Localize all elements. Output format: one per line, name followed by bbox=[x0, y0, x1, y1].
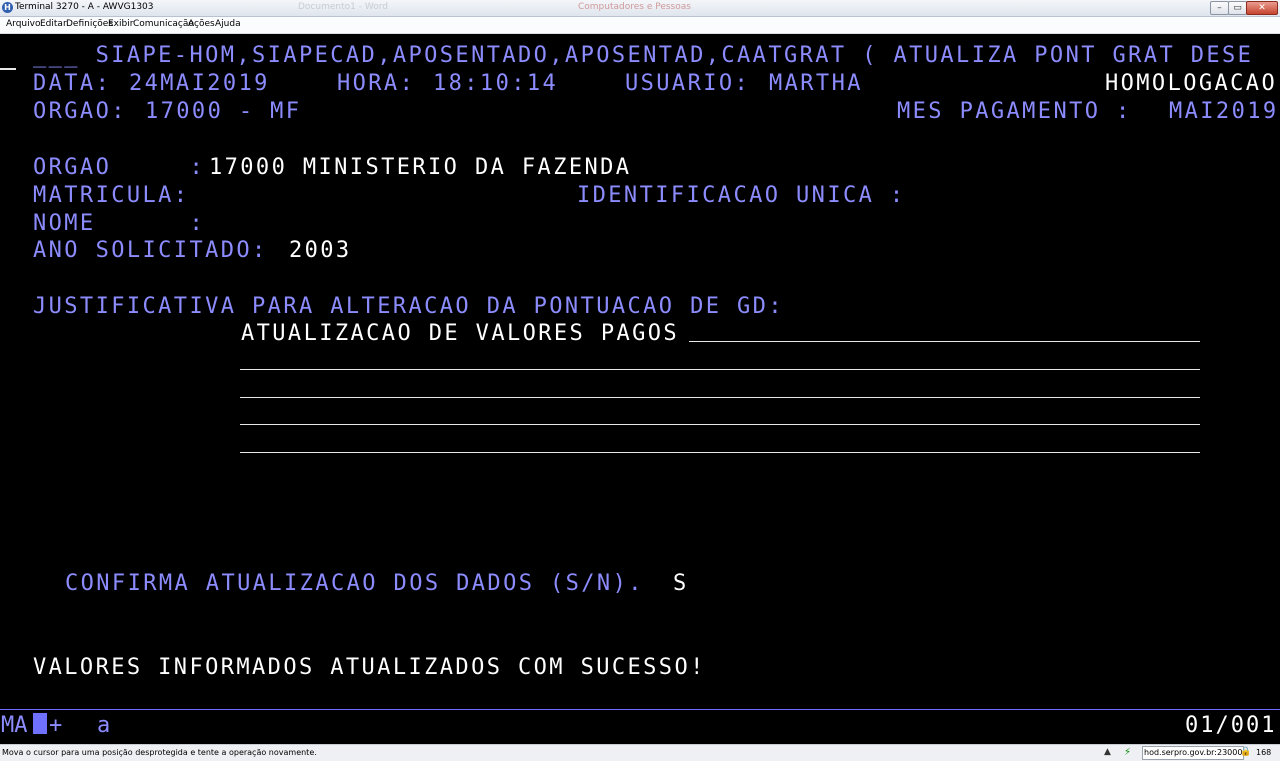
usuario-label: USUARIO: bbox=[625, 71, 751, 96]
data-value: 24MAI2019 bbox=[129, 71, 270, 96]
data-label: DATA: bbox=[33, 71, 112, 96]
ano-field[interactable]: 2003 bbox=[289, 239, 352, 263]
oia-divider bbox=[0, 709, 1280, 710]
justificativa-underline bbox=[240, 424, 1200, 425]
ano-label: ANO SOLICITADO: bbox=[33, 238, 268, 263]
maximize-icon[interactable]: ▭ bbox=[1228, 1, 1247, 15]
identificacao-label: IDENTIFICACAO UNICA : bbox=[577, 183, 906, 208]
hora-label: HORA: bbox=[337, 71, 416, 96]
screen-header: ___ SIAPE-HOM,SIAPECAD,APOSENTADO,APOSEN… bbox=[33, 43, 1254, 68]
mes-pagamento-value: MAI2019 bbox=[1169, 99, 1279, 124]
justificativa-underline bbox=[240, 452, 1200, 453]
oia-mode: MA bbox=[1, 713, 28, 738]
menu-acoes[interactable]: Ações bbox=[188, 19, 215, 29]
status-bar: Mova o cursor para uma posição desproteg… bbox=[0, 744, 1280, 761]
confirma-label: CONFIRMA ATUALIZACAO DOS DADOS (S/N). bbox=[65, 571, 644, 596]
scroll-up-icon[interactable]: ▲ bbox=[1104, 747, 1111, 757]
menu-exibir[interactable]: Exibir bbox=[108, 19, 133, 29]
text-cursor bbox=[0, 68, 16, 70]
environment-label: HOMOLOGACAO bbox=[1105, 71, 1278, 96]
confirma-field[interactable]: S bbox=[673, 572, 689, 596]
justificativa-line-1[interactable]: ATUALIZACAO DE VALORES PAGOS bbox=[241, 322, 679, 346]
menu-comunicacao[interactable]: Comunicação bbox=[133, 19, 194, 29]
orgao-header-value: 17000 - MF bbox=[145, 99, 302, 124]
menu-bar: Arquivo Editar Definições Exibir Comunic… bbox=[0, 17, 1280, 34]
orgao-value: 17000 MINISTERIO DA FAZENDA bbox=[209, 155, 632, 180]
menu-editar[interactable]: Editar bbox=[40, 19, 67, 29]
matricula-label: MATRICULA: bbox=[33, 183, 190, 208]
nome-label: NOME : bbox=[33, 211, 206, 236]
window-title: Terminal 3270 - A - AWVG1303 bbox=[15, 2, 154, 12]
minimize-icon[interactable]: – bbox=[1210, 1, 1229, 15]
lock-icon: 🔒 bbox=[1240, 747, 1252, 757]
usuario-value: MARTHA bbox=[769, 71, 863, 96]
window-title-bar: H Terminal 3270 - A - AWVG1303 Documento… bbox=[0, 0, 1280, 17]
justificativa-label: JUSTIFICATIVA PARA ALTERACAO DA PONTUACA… bbox=[33, 294, 784, 319]
justificativa-underline bbox=[689, 341, 1200, 342]
justificativa-underline bbox=[240, 397, 1200, 398]
status-message: VALORES INFORMADOS ATUALIZADOS COM SUCES… bbox=[33, 655, 706, 680]
oia-plus: + bbox=[49, 713, 63, 738]
orgao-header-label: ORGAO: bbox=[33, 99, 127, 124]
mes-pagamento-label: MES PAGAMENTO : bbox=[897, 99, 1132, 124]
connection-icon: ⚡ bbox=[1124, 747, 1132, 758]
status-number: 168 bbox=[1256, 748, 1272, 757]
menu-ajuda[interactable]: Ajuda bbox=[215, 19, 241, 29]
oia-cursor-block bbox=[33, 713, 47, 734]
menu-arquivo[interactable]: Arquivo bbox=[6, 19, 40, 29]
app-icon: H bbox=[2, 2, 13, 13]
hora-value: 18:10:14 bbox=[433, 71, 559, 96]
cursor-position: 01/001 bbox=[1185, 713, 1277, 738]
close-icon[interactable]: ✕ bbox=[1246, 1, 1278, 15]
background-window-title: Documento1 - Word bbox=[298, 2, 388, 12]
oia-indicator: a bbox=[97, 713, 111, 738]
menu-definicoes[interactable]: Definições bbox=[66, 19, 113, 29]
host-address: hod.serpro.gov.br:23000 bbox=[1142, 746, 1245, 760]
orgao-label: ORGAO : bbox=[33, 155, 206, 180]
status-bar-message: Mova o cursor para uma posição desproteg… bbox=[2, 748, 317, 757]
background-window-title: Computadores e Pessoas bbox=[578, 2, 691, 12]
justificativa-underline bbox=[240, 369, 1200, 370]
